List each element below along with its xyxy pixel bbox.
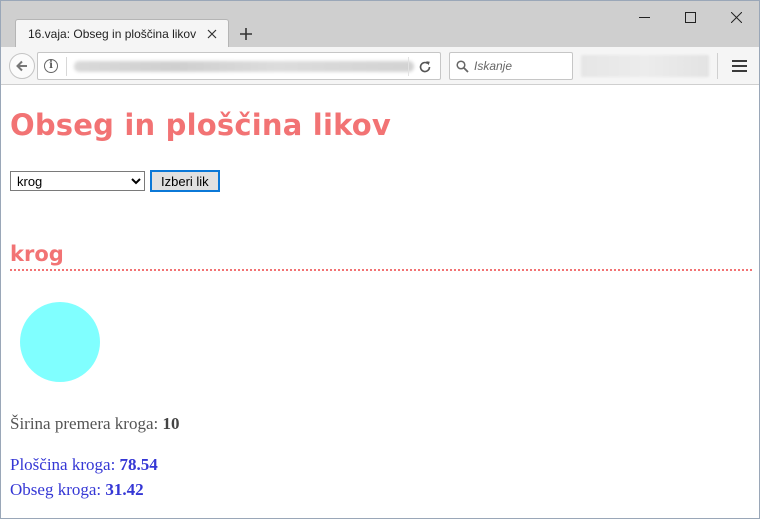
hamburger-menu-icon bbox=[731, 70, 747, 72]
blurred-toolbar-area bbox=[581, 55, 709, 77]
hamburger-menu-icon bbox=[731, 65, 747, 67]
blurred-url bbox=[74, 61, 414, 72]
browser-window: 16.vaja: Obseg in ploščina likov i Iskan… bbox=[0, 0, 760, 519]
diameter-text: Širina premera kroga: 10 bbox=[10, 414, 179, 434]
hamburger-menu-button[interactable] bbox=[725, 53, 753, 79]
page-title: Obseg in ploščina likov bbox=[10, 108, 392, 142]
diameter-label: Širina premera kroga: bbox=[10, 414, 159, 433]
toolbar-separator bbox=[717, 53, 718, 79]
search-bar[interactable] bbox=[449, 52, 573, 80]
perimeter-label: Obseg kroga: bbox=[10, 480, 102, 499]
search-input[interactable] bbox=[474, 56, 569, 76]
maximize-icon bbox=[684, 11, 696, 23]
dotted-divider bbox=[10, 269, 752, 271]
new-tab-button[interactable] bbox=[235, 23, 257, 45]
address-bar[interactable]: i bbox=[37, 52, 441, 80]
arrow-left-icon bbox=[16, 60, 27, 72]
url-separator bbox=[66, 57, 67, 76]
reload-button[interactable] bbox=[414, 57, 436, 77]
perimeter-value: 31.42 bbox=[105, 480, 144, 499]
diameter-value: 10 bbox=[162, 414, 180, 433]
navigation-toolbar: i bbox=[1, 47, 759, 85]
url-separator bbox=[408, 57, 409, 76]
area-value: 78.54 bbox=[119, 455, 158, 474]
choose-shape-button[interactable]: Izberi lik bbox=[150, 170, 220, 192]
maximize-button[interactable] bbox=[667, 1, 713, 33]
hamburger-menu-icon bbox=[731, 60, 747, 62]
area-result: Ploščina kroga: 78.54 bbox=[10, 455, 158, 475]
back-button[interactable] bbox=[9, 53, 35, 79]
plus-icon bbox=[240, 28, 252, 40]
minimize-button[interactable] bbox=[621, 1, 667, 33]
search-icon bbox=[456, 59, 469, 73]
close-icon bbox=[730, 11, 742, 23]
page-content: Obseg in ploščina likov krog Izberi lik … bbox=[1, 86, 759, 518]
reload-icon bbox=[419, 61, 431, 73]
info-icon[interactable]: i bbox=[44, 59, 58, 73]
browser-tab[interactable]: 16.vaja: Obseg in ploščina likov bbox=[15, 19, 229, 47]
shape-selector-form: krog Izberi lik bbox=[10, 170, 220, 192]
close-window-button[interactable] bbox=[713, 1, 759, 33]
shape-heading: krog bbox=[10, 242, 64, 266]
tab-close-icon[interactable] bbox=[204, 26, 220, 42]
area-label: Ploščina kroga: bbox=[10, 455, 116, 474]
tab-title: 16.vaja: Obseg in ploščina likov bbox=[28, 26, 197, 41]
title-bar: 16.vaja: Obseg in ploščina likov bbox=[1, 1, 759, 47]
circle-shape bbox=[20, 302, 100, 382]
shape-select[interactable]: krog bbox=[10, 171, 145, 191]
minimize-icon bbox=[638, 16, 650, 18]
perimeter-result: Obseg kroga: 31.42 bbox=[10, 480, 144, 500]
